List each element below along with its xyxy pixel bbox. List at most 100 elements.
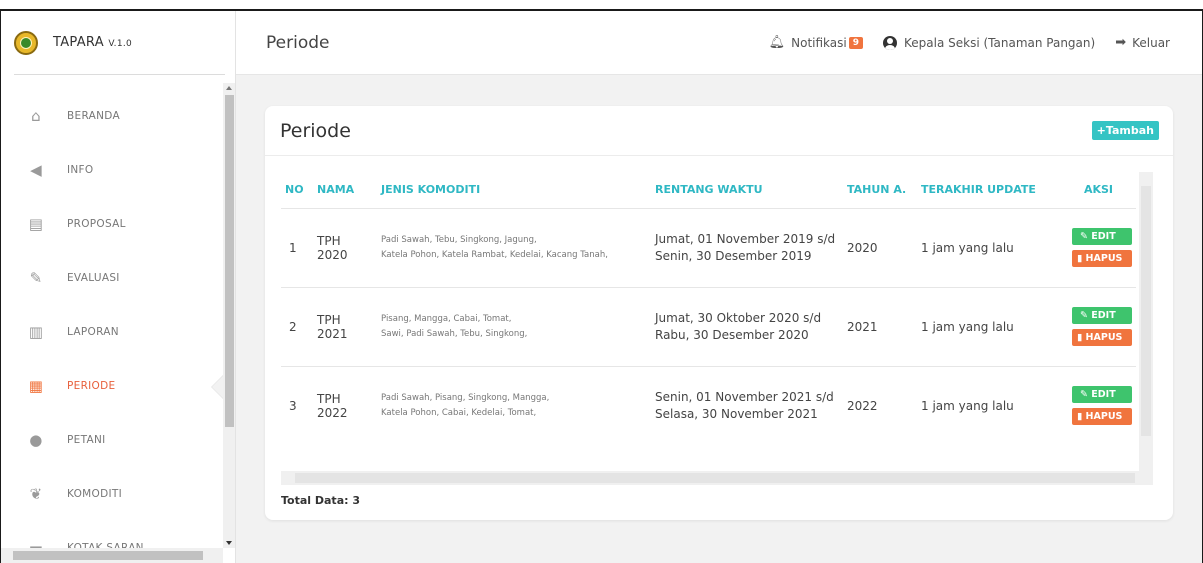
table-vertical-scrollbar[interactable]: [1139, 172, 1153, 471]
sidebar-item-komoditi[interactable]: ❦ KOMODITI: [1, 467, 223, 521]
column-header: RENTANG WAKTU: [655, 183, 763, 197]
periode-table: NO NAMA JENIS KOMODITI RENTANG WAKTU TAHUN A…: [281, 172, 1136, 445]
user-icon: [883, 35, 897, 50]
table-row: 3 TPH 2022 Padi Sawah, Pisang, Singkong, M…: [281, 365, 1136, 445]
sidebar-item-label: PERIODE: [67, 380, 116, 392]
page-title: Periode: [266, 32, 330, 53]
sidebar-item-label: EVALUASI: [67, 272, 120, 284]
cell-update: 1 jam yang lalu: [917, 286, 1061, 366]
sprout-icon: ❦: [29, 485, 43, 503]
cell-komoditi: Padi Sawah, Pisang, Singkong, Mangga, Kat…: [377, 365, 651, 445]
sidebar-item-label: PETANI: [67, 434, 106, 446]
cell-no: 2: [281, 286, 313, 366]
delete-button[interactable]: ▮ HAPUS: [1072, 329, 1132, 346]
cell-tahun: 2021: [843, 286, 917, 366]
calendar-icon: ▦: [28, 377, 44, 395]
scroll-down-icon[interactable]: [226, 541, 232, 545]
trash-icon: ▮: [1077, 332, 1086, 343]
brand[interactable]: TAPARA V.1.0: [14, 11, 225, 75]
card-title: Periode: [280, 119, 351, 142]
cell-nama: TPH 2020: [313, 207, 377, 287]
cell-nama: TPH 2022: [313, 365, 377, 445]
cell-komoditi: Pisang, Mangga, Cabai, Tomat, Sawi, Padi …: [377, 286, 651, 366]
user-label: Kepala Seksi (Tanaman Pangan): [904, 35, 1096, 50]
table-horizontal-scrollbar[interactable]: [281, 471, 1153, 485]
cell-tahun: 2022: [843, 365, 917, 445]
app-window: TAPARA V.1.0 ⌂ BERANDA ◀ INFO ▤ PROPOSAL ✎ EVAL…: [0, 9, 1203, 563]
topbar: Periode 🔔︎ Notifikasi 9 Kepala Seksi (Ta…: [236, 11, 1202, 75]
sidebar-item-label: BERANDA: [67, 110, 120, 122]
delete-button[interactable]: ▮ HAPUS: [1072, 250, 1132, 267]
cell-rentang: Jumat, 30 Oktober 2020 s/d Rabu, 30 Desem…: [651, 286, 843, 366]
column-header: TAHUN A.: [847, 183, 907, 197]
edit-button[interactable]: ✎ EDIT: [1072, 228, 1132, 245]
cell-nama: TPH 2021: [313, 286, 377, 366]
sidebar-item-evaluasi[interactable]: ✎ EVALUASI: [1, 251, 223, 305]
sidebar-item-label: KOMODITI: [67, 488, 122, 500]
trash-icon: ▮: [1077, 253, 1086, 264]
cell-rentang: Senin, 01 November 2021 s/d Selasa, 30 No…: [651, 365, 843, 445]
edit-button[interactable]: ✎ EDIT: [1072, 386, 1132, 404]
table-hscroll-thumb[interactable]: [295, 473, 1135, 483]
bell-icon: 🔔︎: [768, 35, 786, 50]
brand-name: TAPARA V.1.0: [53, 35, 133, 50]
sidebar-item-info[interactable]: ◀ INFO: [1, 143, 223, 197]
notification-badge: 9: [848, 36, 863, 49]
table-vscroll-thumb[interactable]: [1141, 186, 1151, 436]
edit-icon: ✎: [1080, 231, 1092, 242]
cell-tahun: 2020: [843, 207, 917, 287]
cell-no: 3: [281, 365, 313, 445]
table-body: 1 TPH 2020 Padi Sawah, Tebu, Singkong, Jag…: [281, 207, 1136, 445]
sidebar-item-laporan[interactable]: ▥ LAPORAN: [1, 305, 223, 359]
delete-button[interactable]: ▮ HAPUS: [1072, 408, 1132, 426]
megaphone-icon: ◀: [30, 161, 42, 179]
cell-komoditi: Padi Sawah, Tebu, Singkong, Jagung, Katel…: [377, 207, 651, 287]
trash-icon: ▮: [1077, 411, 1086, 423]
column-header: NAMA: [317, 183, 355, 197]
column-header: JENIS KOMODITI: [381, 183, 481, 197]
scroll-up-icon[interactable]: [226, 86, 232, 90]
logo-icon: [14, 30, 38, 55]
user-group-icon: ●: [29, 431, 43, 449]
column-header: AKSI: [1083, 183, 1114, 197]
plus-icon: +: [1096, 124, 1106, 137]
sidebar-item-label: LAPORAN: [67, 326, 119, 338]
table-header-row: NO NAMA JENIS KOMODITI RENTANG WAKTU TAHUN A…: [281, 172, 1136, 208]
sidebar-scroll-thumb[interactable]: [225, 95, 234, 427]
sidebar-item-petani[interactable]: ● PETANI: [1, 413, 223, 467]
notification-label: Notifikasi: [791, 35, 847, 50]
notification-button[interactable]: 🔔︎ Notifikasi 9: [769, 35, 863, 50]
logout-label: Keluar: [1132, 35, 1170, 50]
column-header: TERAKHIR UPDATE: [921, 183, 1036, 197]
cell-aksi: ✎ EDIT ▮ HAPUS: [1061, 207, 1136, 287]
sidebar-item-label: INFO: [67, 164, 94, 176]
sidebar-menu: ⌂ BERANDA ◀ INFO ▤ PROPOSAL ✎ EVALUASI ▥ LAPORAN ▦…: [1, 89, 225, 563]
table-row: 2 TPH 2021 Pisang, Mangga, Cabai, Tomat, Sa…: [281, 286, 1136, 366]
sidebar-item-proposal[interactable]: ▤ PROPOSAL: [1, 197, 223, 251]
home-icon: ⌂: [31, 107, 41, 125]
user-menu[interactable]: Kepala Seksi (Tanaman Pangan): [883, 35, 1096, 50]
logout-button[interactable]: ➡ Keluar: [1115, 35, 1170, 50]
add-button[interactable]: +Tambah: [1091, 121, 1159, 140]
cell-aksi: ✎ EDIT ▮ HAPUS: [1061, 286, 1136, 366]
sidebar-item-beranda[interactable]: ⌂ BERANDA: [1, 89, 223, 143]
table-row: 1 TPH 2020 Padi Sawah, Tebu, Singkong, Jag…: [281, 207, 1136, 287]
sidebar-item-periode[interactable]: ▦ PERIODE: [1, 359, 225, 413]
periode-card: Periode +Tambah NO NAMA JENIS KOMODITI RENT…: [265, 106, 1173, 520]
edit-button[interactable]: ✎ EDIT: [1072, 307, 1132, 324]
sidebar-item-label: PROPOSAL: [67, 218, 126, 230]
table-container: NO NAMA JENIS KOMODITI RENTANG WAKTU TAHUN A…: [265, 156, 1173, 486]
sidebar-scrollbar[interactable]: [223, 83, 235, 548]
sidebar-hscroll-thumb[interactable]: [13, 551, 203, 560]
cell-aksi: ✎ EDIT ▮ HAPUS: [1061, 365, 1136, 445]
edit-icon: ✎: [1080, 310, 1092, 321]
sidebar: TAPARA V.1.0 ⌂ BERANDA ◀ INFO ▤ PROPOSAL ✎ EVAL…: [1, 11, 236, 563]
logout-icon: ➡: [1115, 35, 1127, 50]
evaluation-icon: ✎: [29, 269, 43, 287]
cell-update: 1 jam yang lalu: [917, 207, 1061, 287]
edit-icon: ✎: [1080, 389, 1092, 401]
sidebar-horizontal-scrollbar[interactable]: [1, 548, 223, 563]
column-header: NO: [285, 183, 304, 197]
bar-chart-icon: ▥: [28, 323, 44, 341]
cell-no: 1: [281, 207, 313, 287]
